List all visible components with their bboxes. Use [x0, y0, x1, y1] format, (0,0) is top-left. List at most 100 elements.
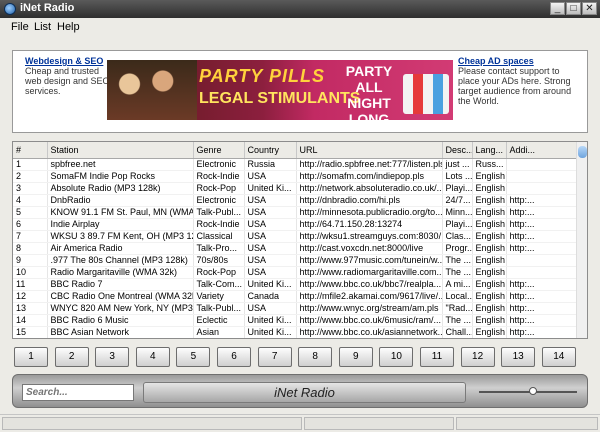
- page-button-10[interactable]: 10: [379, 347, 414, 367]
- table-cell: .977 The 80s Channel (MP3 128k): [47, 254, 194, 267]
- page-buttons: 1 2 3 4 5 6 7 8 9 10 11 12 13 14: [12, 345, 588, 369]
- table-cell: http:...: [506, 218, 578, 231]
- volume-slider[interactable]: [479, 387, 577, 395]
- column-header-url[interactable]: URL: [296, 142, 443, 159]
- ad-left: Webdesign & SEO Cheap and trusted web de…: [25, 56, 117, 96]
- table-row[interactable]: 15 BBC Asian Network Asian United Ki... http…: [13, 326, 578, 338]
- table-cell: English: [472, 254, 507, 267]
- table-row[interactable]: 10 Radio Margaritaville (WMA 32k) Rock-Pop…: [13, 266, 578, 279]
- table-cell: Rock-Pop: [193, 182, 245, 195]
- page-button-9[interactable]: 9: [338, 347, 373, 367]
- table-cell: BBC Radio 7: [47, 278, 194, 291]
- table-cell: [506, 182, 578, 195]
- menu-bar: File List Help: [0, 18, 600, 36]
- menu-file[interactable]: File: [11, 21, 29, 33]
- table-cell: http://www.bbc.co.uk/asiannetwork...: [296, 326, 443, 338]
- table-row[interactable]: 14 BBC Radio 6 Music Eclectic United Ki... h…: [13, 314, 578, 327]
- table-row[interactable]: 8 Air America Radio Talk-Pro... USA http://c…: [13, 242, 578, 255]
- page-button-14[interactable]: 14: [541, 347, 576, 367]
- table-cell: Talk-Com...: [193, 278, 245, 291]
- banner-slogan: PARTY ALL NIGHT LONG: [345, 63, 393, 120]
- column-header-number[interactable]: #: [13, 142, 48, 159]
- search-input[interactable]: [23, 385, 133, 400]
- table-cell: USA: [244, 242, 297, 255]
- ad-banner[interactable]: PARTY PILLS LEGAL STIMULANTS PARTY ALL N…: [107, 60, 453, 120]
- page-button-11[interactable]: 11: [420, 347, 454, 367]
- table-cell: A mi...: [442, 278, 473, 291]
- table-row[interactable]: 3 Absolute Radio (MP3 128k) Rock-Pop United…: [13, 182, 578, 195]
- menu-list[interactable]: List: [34, 21, 51, 33]
- table-row[interactable]: 12 CBC Radio One Montreal (WMA 32k) Variet…: [13, 290, 578, 303]
- table-cell: USA: [244, 230, 297, 243]
- table-cell: Rock-Indie: [193, 218, 245, 231]
- table-cell: http://network.absoluteradio.co.uk/...: [296, 182, 443, 195]
- column-header-country[interactable]: Country: [244, 142, 297, 159]
- table-row[interactable]: 5 KNOW 91.1 FM St. Paul, MN (WMA ... Talk-…: [13, 206, 578, 219]
- table-cell: English: [472, 326, 507, 338]
- table-row[interactable]: 6 Indie Airplay Rock-Indie USA http://64.71.…: [13, 218, 578, 231]
- close-button[interactable]: ✕: [582, 2, 597, 15]
- table-cell: English: [472, 218, 507, 231]
- table-cell: 8: [13, 242, 48, 255]
- table-row[interactable]: 4 DnbRadio Electronic USA http://dnbradio.co…: [13, 194, 578, 207]
- page-button-13[interactable]: 13: [501, 347, 536, 367]
- column-header-genre[interactable]: Genre: [193, 142, 245, 159]
- menu-help[interactable]: Help: [57, 21, 80, 33]
- vertical-scrollbar[interactable]: [576, 142, 587, 338]
- table-cell: 7: [13, 230, 48, 243]
- scrollbar-thumb[interactable]: [578, 146, 587, 158]
- window-title: iNet Radio: [20, 2, 75, 14]
- table-cell: Eclectic: [193, 314, 245, 327]
- cheap-ad-spaces-link[interactable]: Cheap AD spaces: [458, 56, 583, 66]
- table-header: # Station Genre Country URL Desc... Lang…: [13, 142, 578, 159]
- table-cell: [506, 170, 578, 183]
- column-header-description[interactable]: Desc...: [442, 142, 473, 159]
- table-row[interactable]: 13WNYC 820 AM New York, NY (MP3 128k)Tal…: [13, 302, 578, 315]
- now-playing-display: iNet Radio: [143, 382, 466, 403]
- table-cell: Asian: [193, 326, 245, 338]
- table-cell: English: [472, 182, 507, 195]
- table-cell: The ...: [442, 266, 473, 279]
- page-button-12[interactable]: 12: [460, 347, 495, 367]
- table-body: 1 spbfree.net Electronic Russia http://radio…: [13, 158, 578, 338]
- table-cell: Clas...: [442, 230, 473, 243]
- maximize-button[interactable]: □: [566, 2, 581, 15]
- table-cell: The ...: [442, 314, 473, 327]
- table-cell: USA: [244, 194, 297, 207]
- volume-slider-knob[interactable]: [528, 387, 537, 395]
- table-cell: English: [472, 290, 507, 303]
- table-row[interactable]: 9.977 The 80s Channel (MP3 128k) 70s/80s U…: [13, 254, 578, 267]
- table-cell: just ...: [442, 158, 473, 171]
- page-button-2[interactable]: 2: [54, 347, 89, 367]
- table-cell: Electronic: [193, 194, 245, 207]
- page-button-8[interactable]: 8: [298, 347, 333, 367]
- minimize-button[interactable]: _: [550, 2, 565, 15]
- column-header-language[interactable]: Lang...: [472, 142, 507, 159]
- table-cell: CBC Radio One Montreal (WMA 32k): [47, 290, 194, 303]
- column-header-station[interactable]: Station: [47, 142, 194, 159]
- table-cell: Absolute Radio (MP3 128k): [47, 182, 194, 195]
- table-row[interactable]: 2 SomaFM Indie Pop Rocks Rock-Indie USA http…: [13, 170, 578, 183]
- table-cell: Variety: [193, 290, 245, 303]
- table-row[interactable]: 1 spbfree.net Electronic Russia http://radio…: [13, 158, 578, 171]
- table-cell: http:...: [506, 314, 578, 327]
- column-header-additional[interactable]: Addi...: [506, 142, 578, 159]
- page-button-3[interactable]: 3: [95, 347, 130, 367]
- table-cell: 2: [13, 170, 48, 183]
- status-panel-right: [456, 417, 598, 430]
- table-cell: Classical: [193, 230, 245, 243]
- page-button-4[interactable]: 4: [135, 347, 170, 367]
- table-row[interactable]: 11 BBC Radio 7 Talk-Com... United Ki... http…: [13, 278, 578, 291]
- table-cell: BBC Asian Network: [47, 326, 194, 338]
- table-cell: http://wksu1.streamguys.com:8030/: [296, 230, 443, 243]
- table-cell: 5: [13, 206, 48, 219]
- table-cell: English: [472, 242, 507, 255]
- page-button-7[interactable]: 7: [257, 347, 292, 367]
- page-button-1[interactable]: 1: [14, 347, 48, 367]
- page-button-5[interactable]: 5: [176, 347, 211, 367]
- table-row[interactable]: 7WKSU 3 89.7 FM Kent, OH (MP3 128k)Class…: [13, 230, 578, 243]
- table-cell: English: [472, 314, 507, 327]
- search-box[interactable]: [22, 384, 134, 401]
- page-button-6[interactable]: 6: [217, 347, 251, 367]
- webdesign-seo-link[interactable]: Webdesign & SEO: [25, 56, 117, 66]
